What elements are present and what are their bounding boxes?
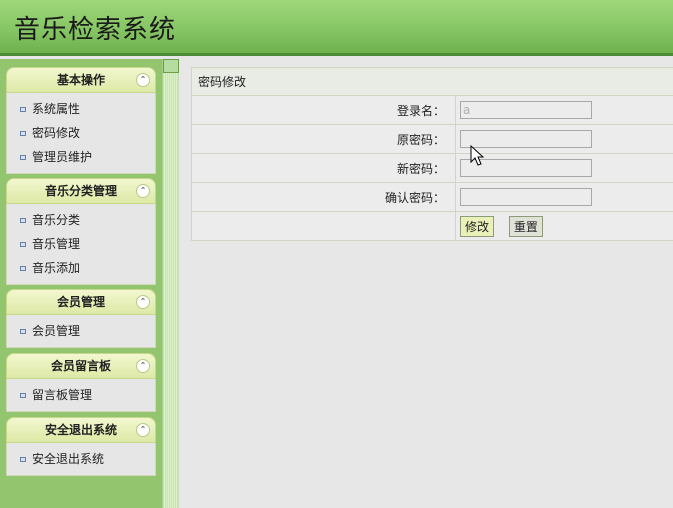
collapse-up-icon[interactable]: ⌃ xyxy=(136,184,150,198)
square-bullet-icon xyxy=(20,266,26,271)
menu-header-label: 音乐分类管理 xyxy=(44,184,117,198)
sidebar-splitter[interactable] xyxy=(162,59,179,508)
form-title: 密码修改 xyxy=(191,67,673,96)
menu-header-guestbook[interactable]: 会员留言板 ⌃ xyxy=(6,353,156,379)
password-form: 密码修改 登录名： 原密码： 新密码： 确认密码： xyxy=(191,67,673,241)
menu-item-label: 会员管理 xyxy=(32,324,81,338)
menu-item-label: 密码修改 xyxy=(32,126,81,140)
confirm-password-input[interactable] xyxy=(460,188,592,206)
new-password-label: 新密码： xyxy=(191,153,456,183)
menu-item-label: 安全退出系统 xyxy=(32,452,105,466)
menu-item-label: 音乐添加 xyxy=(32,261,81,275)
menu-body: 留言板管理 xyxy=(6,379,156,412)
square-bullet-icon xyxy=(20,218,26,223)
header-bar: 音乐检索系统 xyxy=(0,0,673,56)
menu-item-guestbook-manage[interactable]: 留言板管理 xyxy=(7,383,155,407)
collapse-up-icon[interactable]: ⌃ xyxy=(136,423,150,437)
menu-item-music-manage[interactable]: 音乐管理 xyxy=(7,232,155,256)
menu-item-change-password[interactable]: 密码修改 xyxy=(7,121,155,145)
menu-header-music-category[interactable]: 音乐分类管理 ⌃ xyxy=(6,178,156,204)
menu-item-label: 留言板管理 xyxy=(32,388,93,402)
menu-header-member[interactable]: 会员管理 ⌃ xyxy=(6,289,156,315)
app-title: 音乐检索系统 xyxy=(14,15,177,45)
menu-group-logout: 安全退出系统 ⌃ 安全退出系统 xyxy=(6,417,156,476)
menu-item-label: 音乐管理 xyxy=(32,237,81,251)
menu-group-member: 会员管理 ⌃ 会员管理 xyxy=(6,289,156,348)
menu-header-basic[interactable]: 基本操作 ⌃ xyxy=(6,67,156,93)
main-content: 密码修改 登录名： 原密码： 新密码： 确认密码： xyxy=(180,59,673,508)
menu-header-label: 会员管理 xyxy=(56,295,105,309)
menu-group-music-category: 音乐分类管理 ⌃ 音乐分类 音乐管理 音乐添加 xyxy=(6,178,156,285)
menu-body: 系统属性 密码修改 管理员维护 xyxy=(6,93,156,174)
menu-body: 会员管理 xyxy=(6,315,156,348)
reset-button[interactable]: 重置 xyxy=(508,215,543,237)
square-bullet-icon xyxy=(20,329,26,334)
menu-item-system-properties[interactable]: 系统属性 xyxy=(7,97,155,121)
login-name-label: 登录名： xyxy=(191,95,456,125)
menu-item-label: 音乐分类 xyxy=(32,213,81,227)
menu-header-label: 基本操作 xyxy=(56,73,105,87)
sidebar: 基本操作 ⌃ 系统属性 密码修改 管理员维护 音乐分类管理 ⌃ 音乐分类 音乐管… xyxy=(0,59,162,508)
menu-item-label: 系统属性 xyxy=(32,102,81,116)
square-bullet-icon xyxy=(20,393,26,398)
menu-item-label: 管理员维护 xyxy=(32,150,93,164)
menu-item-member-manage[interactable]: 会员管理 xyxy=(7,319,155,343)
old-password-label: 原密码： xyxy=(191,124,456,154)
submit-button[interactable]: 修改 xyxy=(460,215,495,237)
login-name-input[interactable] xyxy=(460,101,592,119)
square-bullet-icon xyxy=(20,131,26,136)
collapse-up-icon[interactable]: ⌃ xyxy=(136,73,150,87)
menu-group-basic: 基本操作 ⌃ 系统属性 密码修改 管理员维护 xyxy=(6,67,156,174)
confirm-password-label: 确认密码： xyxy=(191,182,456,212)
menu-item-logout[interactable]: 安全退出系统 xyxy=(7,447,155,471)
menu-header-label: 安全退出系统 xyxy=(44,423,117,437)
collapse-up-icon[interactable]: ⌃ xyxy=(136,359,150,373)
menu-body: 音乐分类 音乐管理 音乐添加 xyxy=(6,204,156,285)
menu-group-guestbook: 会员留言板 ⌃ 留言板管理 xyxy=(6,353,156,412)
mouse-cursor-icon xyxy=(470,145,485,166)
menu-body: 安全退出系统 xyxy=(6,443,156,476)
splitter-toggle-icon[interactable] xyxy=(163,59,179,73)
square-bullet-icon xyxy=(20,242,26,247)
square-bullet-icon xyxy=(20,155,26,160)
menu-item-music-add[interactable]: 音乐添加 xyxy=(7,256,155,280)
menu-item-admin-maintenance[interactable]: 管理员维护 xyxy=(7,145,155,169)
menu-header-logout[interactable]: 安全退出系统 ⌃ xyxy=(6,417,156,443)
collapse-up-icon[interactable]: ⌃ xyxy=(136,295,150,309)
square-bullet-icon xyxy=(20,107,26,112)
square-bullet-icon xyxy=(20,457,26,462)
menu-header-label: 会员留言板 xyxy=(50,359,111,373)
menu-item-music-category[interactable]: 音乐分类 xyxy=(7,208,155,232)
